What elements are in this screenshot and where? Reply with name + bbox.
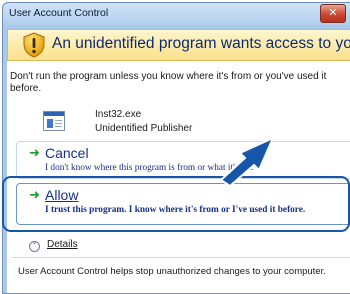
warning-banner: An unidentified program wants access to … [7,29,350,61]
program-icon [43,111,65,131]
close-icon: ✕ [328,6,338,19]
intro-text: Don't run the program unless you know wh… [10,71,327,94]
shield-warning-icon [23,32,45,58]
separator [11,257,350,258]
footer-text: User Account Control helps stop unauthor… [18,266,326,277]
title-bar: User Account Control ✕ [3,3,350,27]
pointer-arrow-icon [219,136,275,186]
window-title: User Account Control [9,7,109,19]
cancel-option[interactable]: ➜ Cancel I don't know where this program… [16,141,350,179]
uac-dialog: User Account Control ✕ An unidentified p… [2,2,350,294]
program-publisher: Unidentified Publisher [95,123,193,134]
details-toggle[interactable]: Details [47,239,78,250]
cancel-title: Cancel [45,145,89,161]
close-button[interactable]: ✕ [320,4,346,23]
allow-highlight-frame [2,176,350,232]
chevron-down-icon[interactable]: ˅ [29,241,40,252]
warning-text: An unidentified program wants access to … [52,35,350,52]
program-name: Inst32.exe [95,109,142,120]
green-arrow-icon: ➜ [29,146,40,161]
